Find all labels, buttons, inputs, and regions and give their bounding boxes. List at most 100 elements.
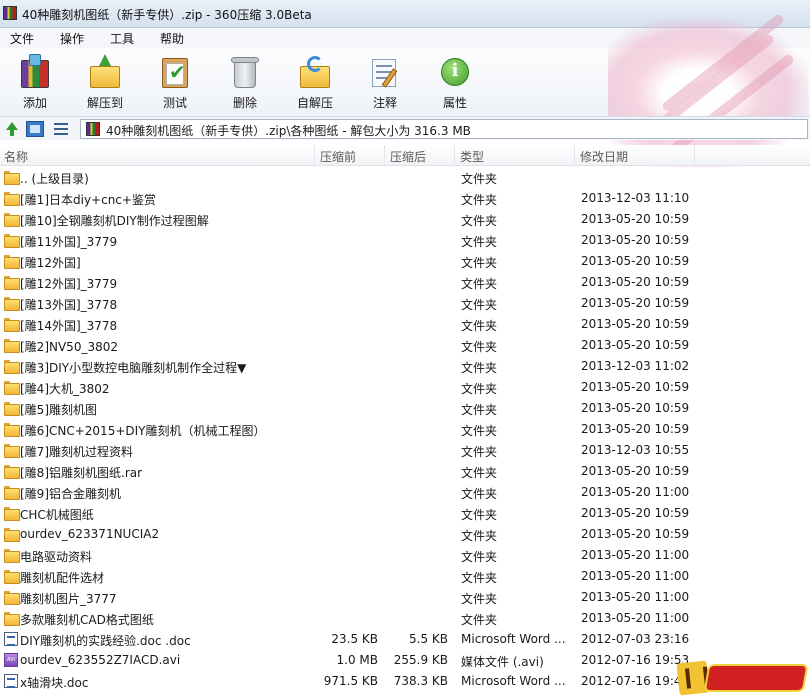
file-modified-date: 2013-05-20 10:59: [581, 275, 690, 289]
folder-icon: [4, 485, 20, 500]
file-row[interactable]: ourdev_623552Z7IACD.avi 1.0 MB 255.9 KB 媒体文…: [0, 650, 810, 671]
column-packed[interactable]: 压缩后: [390, 148, 426, 165]
video-file-icon: [4, 653, 18, 667]
file-row[interactable]: [雕2]NV50_3802 文件夹 2013-05-20 10:59: [0, 335, 810, 356]
file-modified-date: 2013-05-20 10:59: [581, 527, 690, 541]
properties-label: 属性: [442, 96, 467, 110]
column-type[interactable]: 类型: [460, 148, 484, 165]
column-divider[interactable]: [574, 145, 575, 165]
current-path: 40种雕刻机图纸（新手专供）.zip\各种图纸 - 解包大小为 316.3 MB: [106, 124, 471, 138]
file-name: [雕12外国]_3779: [20, 277, 118, 291]
sfx-button[interactable]: 自解压: [285, 52, 345, 112]
file-type: 文件夹: [461, 487, 498, 501]
file-modified-date: 2013-05-20 10:59: [581, 338, 690, 352]
column-divider[interactable]: [384, 145, 385, 165]
file-type: 文件夹: [461, 382, 498, 396]
folder-icon: [4, 527, 20, 542]
file-name: [雕9]铝合金雕刻机: [20, 487, 121, 501]
file-list: .. (上级目录) 文件夹 [雕1]日本diy+cnc+鉴赏 文件夹 2013-12-0…: [0, 167, 810, 697]
file-type: 文件夹: [461, 214, 498, 228]
file-row[interactable]: [雕7]雕刻机过程资料 文件夹 2013-12-03 10:55: [0, 440, 810, 461]
file-name: ourdev_623371NUCIA2: [20, 527, 160, 541]
file-row[interactable]: 多款雕刻机CAD格式图纸 文件夹 2013-05-20 11:00: [0, 608, 810, 629]
file-row[interactable]: 电路驱动资料 文件夹 2013-05-20 11:00: [0, 545, 810, 566]
file-type: 文件夹: [461, 571, 498, 585]
file-name: [雕14外国]_3778: [20, 319, 118, 333]
file-row[interactable]: [雕10]全钢雕刻机DIY制作过程图解 文件夹 2013-05-20 10:59: [0, 209, 810, 230]
file-row[interactable]: [雕6]CNC+2015+DIY雕刻机（机械工程图） 文件夹 2013-05-20 …: [0, 419, 810, 440]
file-row[interactable]: CHC机械图纸 文件夹 2013-05-20 10:59: [0, 503, 810, 524]
column-name[interactable]: 名称: [4, 148, 28, 165]
file-row[interactable]: [雕1]日本diy+cnc+鉴赏 文件夹 2013-12-03 11:10: [0, 188, 810, 209]
delete-button[interactable]: 删除: [215, 52, 275, 112]
file-row[interactable]: [雕14外国]_3778 文件夹 2013-05-20 10:59: [0, 314, 810, 335]
folder-icon: [4, 296, 20, 311]
file-row[interactable]: [雕5]雕刻机图 文件夹 2013-05-20 10:59: [0, 398, 810, 419]
file-row[interactable]: 雕刻机配件选材 文件夹 2013-05-20 11:00: [0, 566, 810, 587]
list-view-icon[interactable]: [52, 121, 70, 137]
menu-help[interactable]: 帮助: [160, 30, 184, 47]
file-row[interactable]: [雕3]DIY小型数控电脑雕刻机制作全过程▼ 文件夹 2013-12-03 11:0…: [0, 356, 810, 377]
properties-button[interactable]: i 属性: [425, 52, 485, 112]
extract-button[interactable]: 解压到: [75, 52, 135, 112]
file-name: [雕8]铝雕刻机图纸.rar: [20, 466, 143, 480]
file-row[interactable]: .. (上级目录) 文件夹: [0, 167, 810, 188]
file-type: 文件夹: [461, 235, 498, 249]
file-size: 23.5 KB: [331, 632, 378, 646]
column-divider[interactable]: [454, 145, 455, 165]
file-row[interactable]: DIY雕刻机的实践经验.doc .doc 23.5 KB 5.5 KB Microso…: [0, 629, 810, 650]
test-button[interactable]: ✔ 测试: [145, 52, 205, 112]
file-modified-date: 2013-05-20 11:00: [581, 548, 690, 562]
column-divider[interactable]: [694, 145, 695, 165]
file-modified-date: 2013-05-20 10:59: [581, 296, 690, 310]
file-type: 文件夹: [461, 319, 498, 333]
thumbnail-view-icon[interactable]: [26, 121, 44, 137]
file-row[interactable]: ourdev_623371NUCIA2 文件夹 2013-05-20 10:59: [0, 524, 810, 545]
file-type: 文件夹: [461, 340, 498, 354]
folder-icon: [4, 317, 20, 332]
file-row[interactable]: [雕9]铝合金雕刻机 文件夹 2013-05-20 11:00: [0, 482, 810, 503]
file-modified-date: 2013-05-20 10:59: [581, 212, 690, 226]
column-size[interactable]: 压缩前: [320, 148, 356, 165]
file-modified-date: 2013-05-20 10:59: [581, 254, 690, 268]
file-name: 电路驱动资料: [20, 550, 93, 564]
menu-bar: 文件 操作 工具 帮助: [0, 28, 810, 48]
folder-icon: [4, 422, 20, 437]
file-type: 文件夹: [461, 256, 498, 270]
add-button[interactable]: 添加: [5, 52, 65, 112]
path-field[interactable]: 40种雕刻机图纸（新手专供）.zip\各种图纸 - 解包大小为 316.3 MB: [80, 119, 808, 139]
file-name: [雕11外国]_3779: [20, 235, 118, 249]
file-row[interactable]: [雕4]大机_3802 文件夹 2013-05-20 10:59: [0, 377, 810, 398]
file-packed-size: 5.5 KB: [409, 632, 448, 646]
file-row[interactable]: x轴滑块.doc 971.5 KB 738.3 KB Microsoft Word .…: [0, 671, 810, 692]
menu-file[interactable]: 文件: [10, 30, 34, 47]
file-row[interactable]: 雕刻机图片_3777 文件夹 2013-05-20 11:00: [0, 587, 810, 608]
file-type: 文件夹: [461, 529, 498, 543]
folder-icon: [4, 254, 20, 269]
file-modified-date: 2013-05-20 11:00: [581, 569, 690, 583]
file-type: 文件夹: [461, 550, 498, 564]
folder-icon: [4, 401, 20, 416]
file-type: 媒体文件 (.avi): [461, 655, 544, 669]
delete-label: 删除: [232, 96, 257, 110]
folder-icon: [4, 212, 20, 227]
menu-tools[interactable]: 工具: [110, 30, 134, 47]
file-modified-date: 2012-07-16 19:48: [581, 674, 690, 688]
file-row[interactable]: [雕13外国]_3778 文件夹 2013-05-20 10:59: [0, 293, 810, 314]
comment-button[interactable]: 注释: [355, 52, 415, 112]
test-label: 测试: [162, 96, 187, 110]
menu-operation[interactable]: 操作: [60, 30, 84, 47]
file-modified-date: 2013-12-03 11:02: [581, 359, 690, 373]
title-bar[interactable]: 40种雕刻机图纸（新手专供）.zip - 360压缩 3.0Beta: [0, 0, 810, 28]
file-modified-date: 2013-05-20 10:59: [581, 422, 690, 436]
file-row[interactable]: [雕8]铝雕刻机图纸.rar 文件夹 2013-05-20 10:59: [0, 461, 810, 482]
file-size: 971.5 KB: [323, 674, 378, 688]
file-row[interactable]: [雕12外国]_3779 文件夹 2013-05-20 10:59: [0, 272, 810, 293]
file-modified-date: 2013-12-03 10:55: [581, 443, 690, 457]
file-row[interactable]: [雕12外国] 文件夹 2013-05-20 10:59: [0, 251, 810, 272]
column-divider[interactable]: [314, 145, 315, 165]
up-arrow-icon[interactable]: [3, 121, 21, 137]
word-doc-icon: [4, 632, 18, 646]
column-modified[interactable]: 修改日期: [580, 148, 628, 165]
file-row[interactable]: [雕11外国]_3779 文件夹 2013-05-20 10:59: [0, 230, 810, 251]
